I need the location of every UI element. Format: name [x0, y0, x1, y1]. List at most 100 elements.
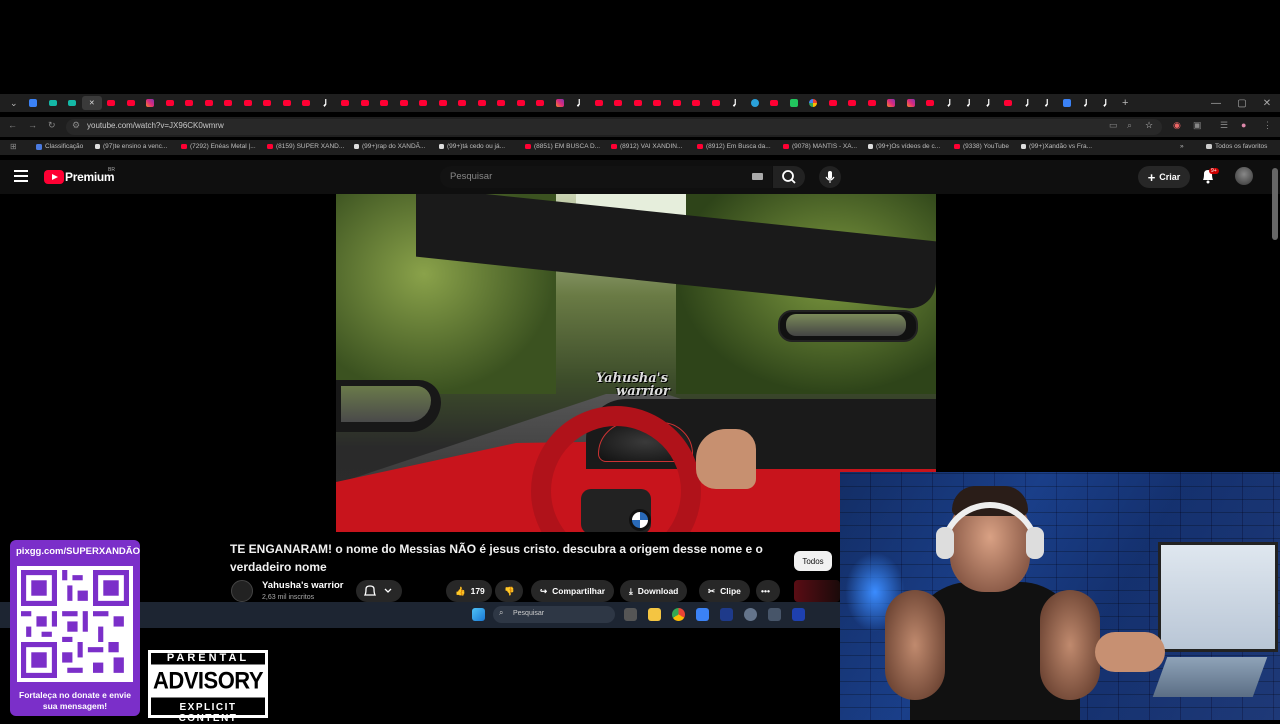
browser-tab[interactable] — [745, 96, 765, 110]
search-button[interactable] — [773, 166, 805, 188]
bookmark-item[interactable]: (8159) SUPER XAND... — [267, 143, 344, 150]
browser-tab[interactable] — [882, 96, 902, 110]
browser-tab[interactable] — [141, 96, 161, 110]
apps-grid-icon[interactable]: ⊞ — [10, 142, 17, 151]
bookmark-item[interactable]: Classificação — [36, 143, 83, 150]
browser-tab[interactable] — [63, 96, 83, 110]
browser-tab[interactable] — [375, 96, 395, 110]
browser-tab[interactable] — [160, 96, 180, 110]
task-view-icon[interactable] — [624, 608, 637, 621]
browser-tab[interactable] — [667, 96, 687, 110]
browser-tab[interactable] — [472, 96, 492, 110]
browser-tab[interactable] — [570, 96, 590, 110]
menu-hamburger-icon[interactable] — [14, 170, 28, 182]
voice-search-button[interactable] — [819, 166, 841, 188]
forward-icon[interactable]: → — [28, 120, 37, 130]
browser-tab[interactable] — [823, 96, 843, 110]
all-bookmarks-folder[interactable]: Todos os favoritos — [1206, 143, 1267, 150]
browser-tab[interactable] — [433, 96, 453, 110]
browser-tab[interactable] — [609, 96, 629, 110]
bookmark-star-icon[interactable]: ☆ — [1145, 120, 1153, 131]
browser-tab[interactable] — [297, 96, 317, 110]
browser-tab[interactable] — [921, 96, 941, 110]
channel-avatar[interactable] — [231, 580, 253, 602]
browser-tab[interactable] — [258, 96, 278, 110]
extension-icon[interactable]: ◉ — [1173, 120, 1181, 131]
share-button[interactable]: ↪ Compartilhar — [531, 580, 615, 602]
bookmark-item[interactable]: (99+)rap do XANDÃ... — [354, 143, 425, 150]
browser-tab[interactable] — [414, 96, 434, 110]
browser-tab[interactable] — [1018, 96, 1038, 110]
browser-tab[interactable] — [394, 96, 414, 110]
taskbar-search[interactable] — [493, 606, 615, 623]
bookmark-item[interactable]: (8912) Em Busca da... — [697, 143, 771, 150]
page-scrollbar[interactable] — [1272, 168, 1278, 240]
premium-label[interactable]: Premium — [65, 170, 115, 184]
browser-tab[interactable] — [277, 96, 297, 110]
file-explorer-icon[interactable] — [648, 608, 661, 621]
extensions-puzzle-icon[interactable]: ▣ — [1193, 120, 1202, 131]
browser-tab[interactable] — [492, 96, 512, 110]
browser-tab[interactable] — [199, 96, 219, 110]
browser-tab[interactable] — [180, 96, 200, 110]
browser-tab[interactable] — [1057, 96, 1077, 110]
cast-icon[interactable]: ▭ — [1109, 120, 1118, 131]
browser-tab[interactable] — [804, 96, 824, 110]
dislike-button[interactable]: 👎 — [495, 580, 523, 602]
browser-tab[interactable] — [453, 96, 473, 110]
download-button[interactable]: ⤓ Download — [620, 580, 688, 602]
site-info-icon[interactable]: ⚙ — [72, 120, 80, 131]
bookmark-item[interactable]: (7292) Enéas Metal |... — [181, 143, 256, 150]
bookmark-item[interactable]: (9078) MANTIS - XA... — [783, 143, 857, 150]
bookmark-item[interactable]: (8851) EM BUSCA D... — [525, 143, 600, 150]
browser-tab[interactable]: ✕ — [82, 96, 102, 110]
close-window-button[interactable]: ✕ — [1255, 94, 1279, 112]
browser-tab[interactable] — [628, 96, 648, 110]
browser-tab[interactable] — [784, 96, 804, 110]
windows-start-icon[interactable] — [472, 608, 485, 621]
browser-tab[interactable] — [355, 96, 375, 110]
back-icon[interactable]: ← — [8, 120, 17, 130]
browser-tab[interactable] — [765, 96, 785, 110]
browser-tab[interactable] — [336, 96, 356, 110]
create-button[interactable]: + Criar — [1138, 166, 1190, 188]
more-actions-button[interactable]: ••• — [756, 580, 780, 602]
settings-gear-icon[interactable] — [768, 608, 781, 621]
browser-tab[interactable] — [531, 96, 551, 110]
bookmark-item[interactable]: (9338) YouTube — [954, 143, 1009, 150]
browser-tab[interactable] — [316, 96, 336, 110]
browser-tab[interactable] — [1038, 96, 1058, 110]
address-bar[interactable] — [66, 119, 1162, 135]
related-video-thumbnail[interactable] — [794, 580, 840, 602]
bookmark-item[interactable]: (99+)tá cedo ou já... — [439, 143, 505, 150]
browser-tab[interactable] — [940, 96, 960, 110]
reload-icon[interactable]: ↻ — [48, 120, 56, 131]
chrome-icon[interactable] — [672, 608, 685, 621]
browser-tab[interactable] — [862, 96, 882, 110]
bookmark-item[interactable]: (99+)Xandão vs Fra... — [1021, 143, 1092, 150]
browser-tab[interactable] — [589, 96, 609, 110]
browser-tab[interactable] — [960, 96, 980, 110]
maximize-button[interactable]: ▢ — [1230, 94, 1254, 112]
app-icon-1[interactable] — [696, 608, 709, 621]
browser-tab[interactable] — [843, 96, 863, 110]
browser-tab[interactable] — [999, 96, 1019, 110]
browser-tab[interactable] — [238, 96, 258, 110]
account-avatar[interactable] — [1235, 167, 1253, 185]
browser-tab[interactable] — [24, 96, 44, 110]
browser-tab[interactable] — [901, 96, 921, 110]
youtube-logo-icon[interactable] — [44, 170, 64, 184]
browser-tab[interactable] — [648, 96, 668, 110]
channel-name[interactable]: Yahusha's warrior — [262, 580, 343, 591]
clip-button[interactable]: ✂ Clipe — [699, 580, 750, 602]
browser-tab[interactable] — [1077, 96, 1097, 110]
browser-tab[interactable] — [43, 96, 63, 110]
browser-tab[interactable] — [1096, 96, 1116, 110]
bookmark-item[interactable]: (8912) VAI XANDIN... — [611, 143, 682, 150]
new-tab-button[interactable]: + — [1116, 96, 1136, 110]
browser-tab[interactable] — [706, 96, 726, 110]
subscribe-bell-button[interactable] — [356, 580, 402, 602]
browser-tab[interactable] — [979, 96, 999, 110]
zoom-icon[interactable]: ⌕ — [1127, 120, 1132, 131]
browser-tab[interactable] — [687, 96, 707, 110]
